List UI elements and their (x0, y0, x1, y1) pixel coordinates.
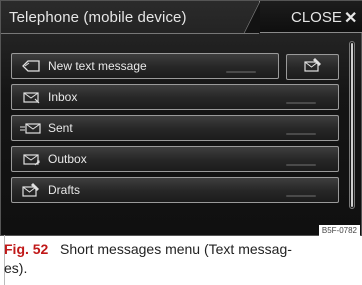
menu-item-label: Outbox (48, 152, 87, 166)
caption-text: Short messages menu (Text messag-es). (4, 241, 292, 276)
button-highlight (286, 195, 316, 197)
button-highlight (286, 133, 316, 135)
close-button-label[interactable]: CLOSE (291, 9, 342, 26)
button-highlight (286, 164, 316, 166)
outbox-icon (20, 152, 42, 166)
figure-number: Fig. 52 (4, 241, 49, 257)
close-tab-edge (244, 1, 260, 33)
drafts-icon (303, 57, 323, 78)
menu-item-drafts[interactable]: Drafts (11, 177, 339, 203)
figure-caption: Fig. 52 Short messages menu (Text messag… (4, 240, 354, 278)
menu-item-label: Inbox (48, 90, 78, 104)
menu-item-inbox[interactable]: Inbox (11, 84, 339, 110)
screen-title: Telephone (mobile device) (9, 9, 187, 26)
menu-item-label: Drafts (48, 183, 81, 197)
scrollbar-thumb[interactable] (351, 43, 353, 207)
button-highlight (286, 102, 316, 104)
menu-item-new-text-message[interactable]: New text message (11, 53, 279, 79)
menu-item-label: Sent (48, 121, 73, 135)
header-divider (1, 33, 259, 34)
new-message-icon (20, 59, 42, 73)
drafts-icon (20, 183, 42, 197)
menu-item-label: New text message (48, 59, 147, 73)
menu-item-sent[interactable]: Sent (11, 115, 339, 141)
button-highlight (226, 71, 256, 73)
inbox-icon (20, 90, 42, 104)
infotainment-screen: Telephone (mobile device) CLOSE ✕ New te… (0, 0, 362, 236)
menu-item-outbox[interactable]: Outbox (11, 146, 339, 172)
scrollbar[interactable] (349, 41, 355, 209)
close-icon[interactable]: ✕ (344, 8, 357, 28)
sent-icon (20, 121, 42, 135)
figure-reference-code: B5F-0782 (318, 225, 360, 236)
drafts-shortcut-button[interactable] (286, 54, 339, 80)
